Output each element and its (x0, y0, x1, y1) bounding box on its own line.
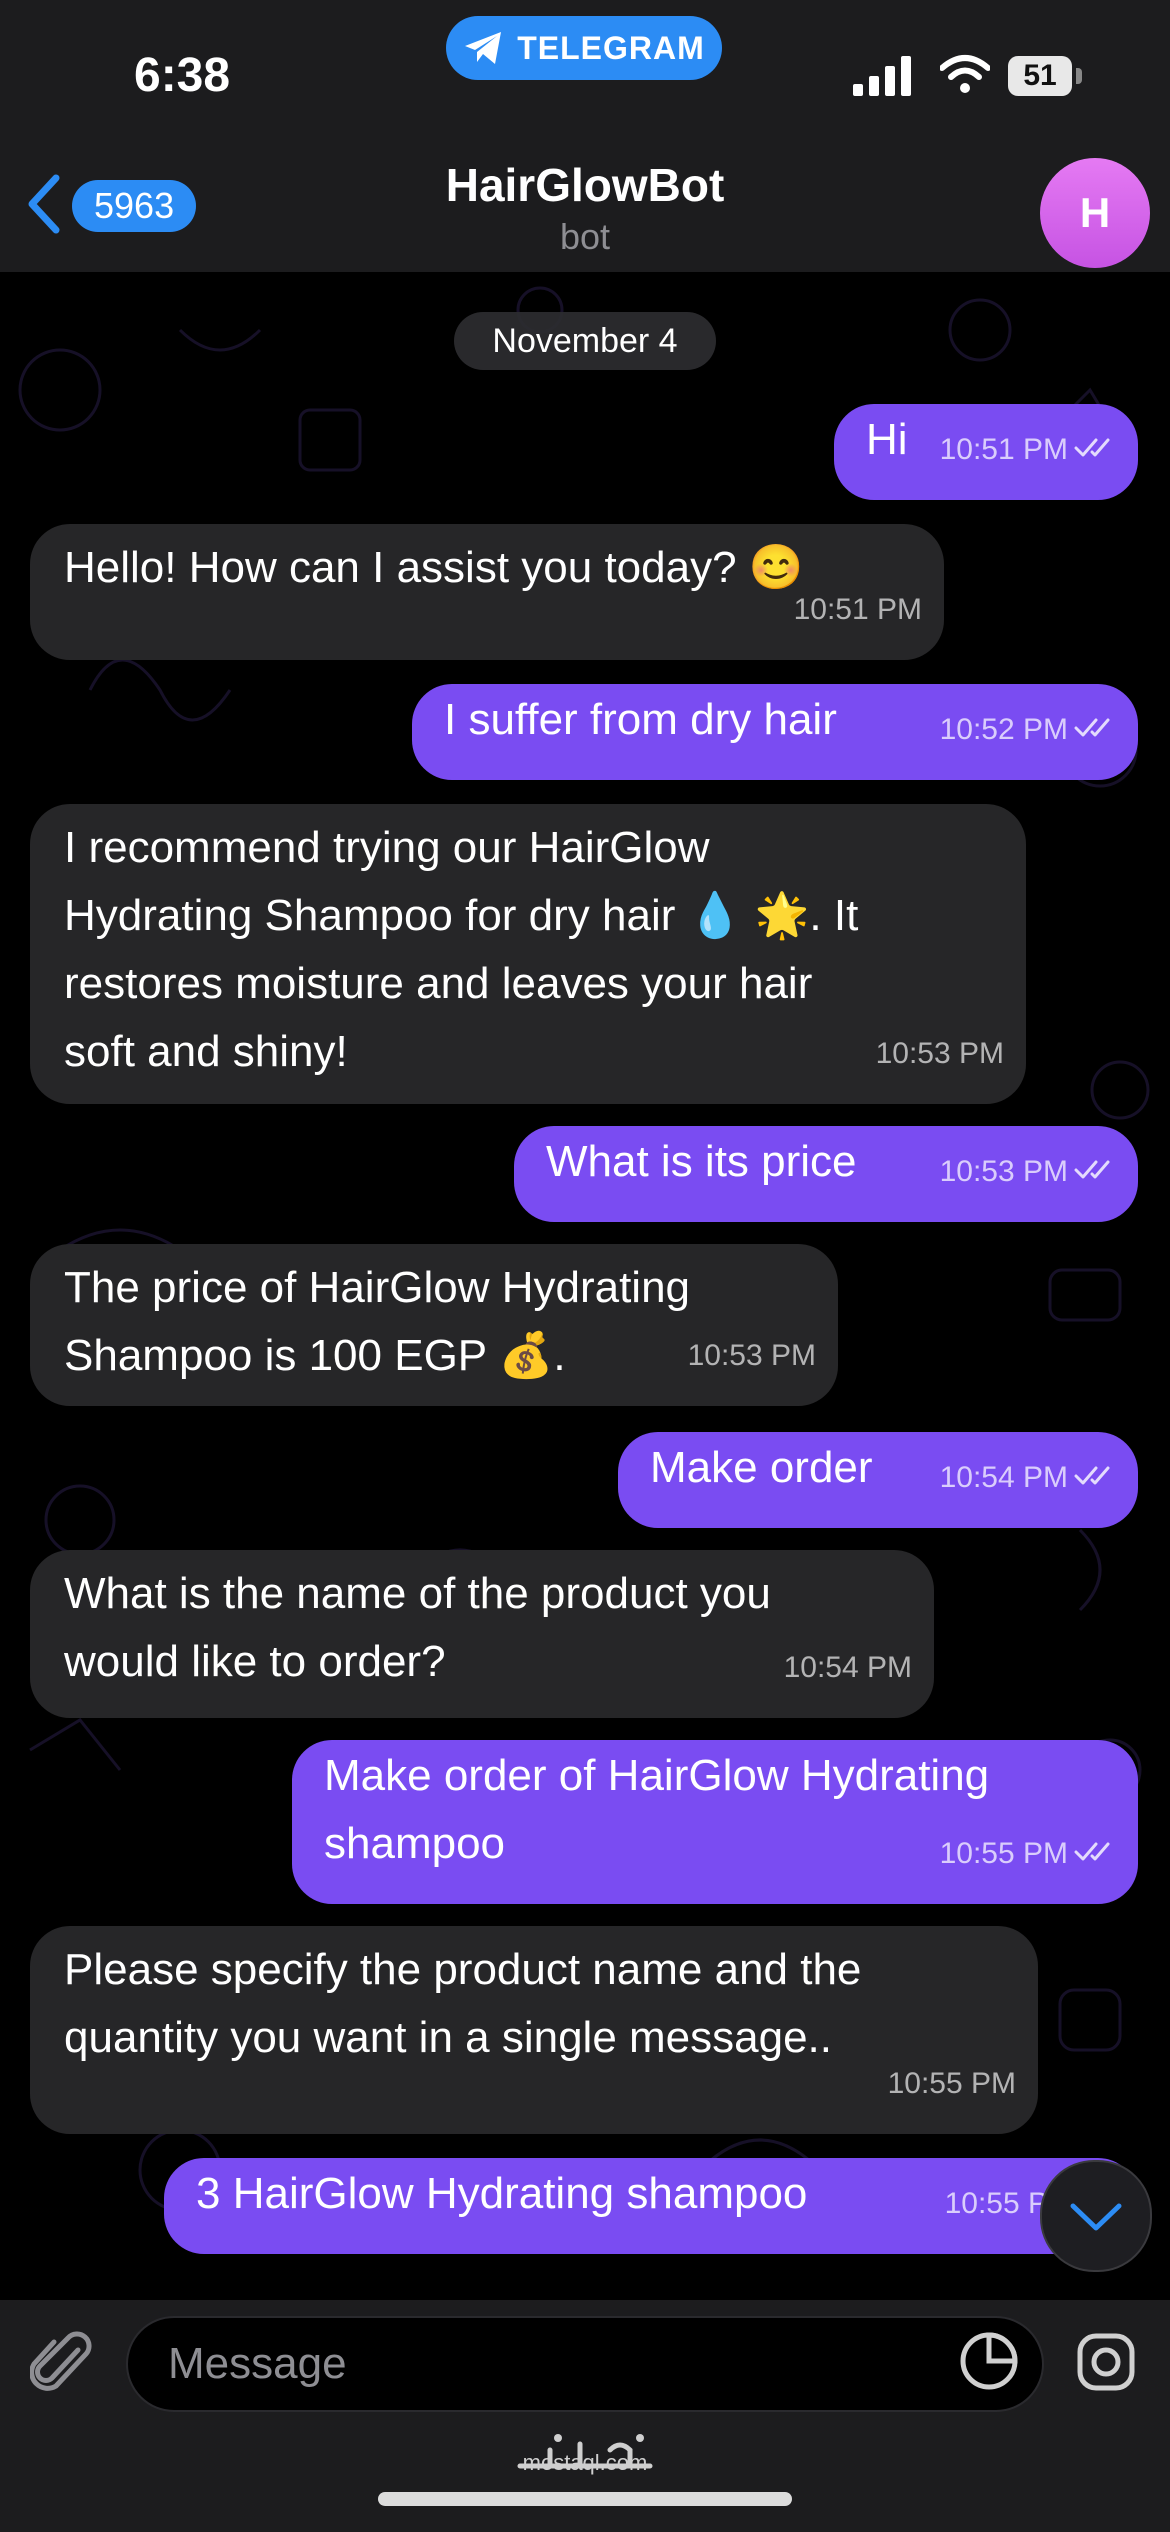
signal-icon (853, 56, 911, 96)
message-input[interactable]: Message (126, 2316, 1044, 2412)
message-bubble-outgoing[interactable]: 3 HairGlow Hydrating shampoo 10:55 P (164, 2158, 1138, 2254)
bubble-tail (1118, 470, 1148, 500)
message-time: 10:55 PM (939, 1837, 1068, 1870)
date-separator: November 4 (454, 312, 716, 370)
message-bubble-incoming[interactable]: Hello! How can I assist you today? 😊 10:… (30, 524, 944, 660)
message-meta: 10:52 PM (940, 696, 1118, 764)
message-text: What is the name of the product you woul… (64, 1569, 771, 1686)
camera-icon[interactable] (1076, 2332, 1136, 2392)
message-bubble-incoming[interactable]: The price of HairGlow Hydrating Shampoo … (30, 1244, 838, 1406)
chat-header: HairGlowBot bot 5963 H (0, 150, 1170, 272)
message-meta: 10:53 PM (876, 1020, 1004, 1088)
message-bubble-outgoing[interactable]: Make order 10:54 PM (618, 1432, 1138, 1528)
double-check-icon (1074, 416, 1118, 484)
message-text: Please specify the product name and the … (64, 1945, 862, 2062)
message-meta: 10:53 PM (940, 1138, 1118, 1206)
message-meta: 10:53 PM (688, 1322, 816, 1390)
message-meta: 10:54 PM (784, 1634, 912, 1702)
home-indicator (378, 2492, 792, 2506)
chevron-down-icon (1070, 2203, 1122, 2231)
message-bubble-incoming[interactable]: I recommend trying our HairGlow Hydratin… (30, 804, 1026, 1104)
double-check-icon (1074, 696, 1118, 764)
chevron-left-icon[interactable] (22, 172, 66, 236)
message-bubble-outgoing[interactable]: Make order of HairGlow Hydrating shampoo… (292, 1740, 1138, 1904)
battery-tip (1076, 68, 1082, 84)
paper-plane-icon (465, 32, 502, 64)
battery-indicator: 51 (1008, 56, 1072, 96)
message-meta: 10:55 P (945, 2170, 1048, 2238)
wifi-icon (940, 55, 990, 93)
telegram-pill-label: TELEGRAM (517, 29, 705, 66)
message-time: 10:53 PM (939, 1155, 1068, 1188)
telegram-pill[interactable]: TELEGRAM (446, 16, 722, 80)
message-time: 10:51 PM (939, 433, 1068, 466)
sticker-icon[interactable] (958, 2330, 1020, 2392)
scroll-to-bottom-button[interactable] (1040, 2160, 1152, 2272)
message-time: 10:51 PM (793, 593, 922, 626)
unread-count-badge[interactable]: 5963 (72, 180, 197, 232)
message-bubble-outgoing[interactable]: What is its price 10:53 PM (514, 1126, 1138, 1222)
status-time: 6:38 (134, 49, 231, 102)
double-check-icon (1074, 1138, 1118, 1206)
message-time: 10:54 PM (783, 1651, 912, 1684)
message-time: 10:53 PM (875, 1037, 1004, 1070)
message-bubble-outgoing[interactable]: Hi 10:51 PM (834, 404, 1138, 500)
message-composer: Message mostaql.com (0, 2300, 1170, 2532)
double-check-icon (1074, 1444, 1118, 1512)
message-time: 10:55 PM (887, 2067, 1016, 2100)
message-bubble-incoming[interactable]: Please specify the product name and the … (30, 1926, 1038, 2134)
message-bubble-incoming[interactable]: What is the name of the product you woul… (30, 1550, 934, 1718)
bot-avatar[interactable]: H (1040, 158, 1150, 268)
message-meta: 10:54 PM (940, 1444, 1118, 1512)
double-check-icon (1074, 1820, 1118, 1888)
watermark-logo (517, 2434, 653, 2469)
message-time: 10:55 P (944, 2187, 1048, 2220)
message-time: 10:53 PM (687, 1339, 816, 1372)
message-time: 10:52 PM (939, 713, 1068, 746)
paperclip-icon[interactable] (30, 2330, 94, 2400)
message-text: Hello! How can I assist you today? 😊 (64, 543, 804, 592)
message-meta: 10:55 PM (940, 1820, 1118, 1888)
message-meta: 10:51 PM (794, 576, 922, 644)
message-text: I recommend trying our HairGlow Hydratin… (64, 823, 859, 1076)
status-bar: 6:38 TELEGRAM 51 (0, 0, 1170, 150)
message-bubble-outgoing[interactable]: I suffer from dry hair 10:52 PM (412, 684, 1138, 780)
message-time: 10:54 PM (939, 1461, 1068, 1494)
message-meta: 10:51 PM (940, 416, 1118, 484)
message-meta: 10:55 PM (888, 2050, 1016, 2118)
